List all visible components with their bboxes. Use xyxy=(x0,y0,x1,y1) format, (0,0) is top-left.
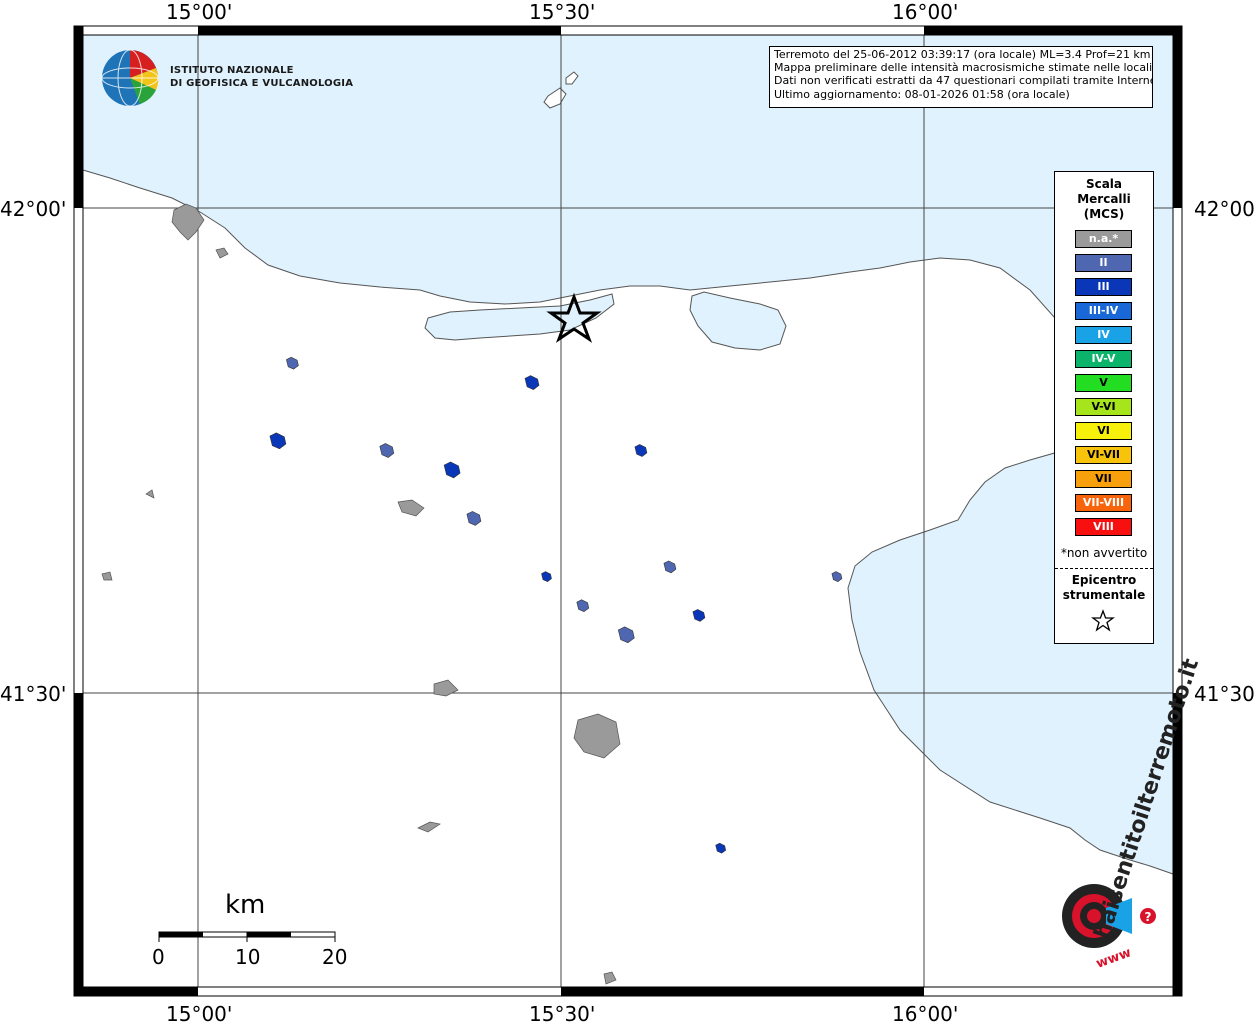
info-line: Ultimo aggiornamento: 08-01-2026 01:58 (… xyxy=(774,87,1070,101)
legend-item-viii: VIII xyxy=(1075,518,1132,536)
lon-top-label: 15°00' xyxy=(166,0,233,24)
mcs-legend: Scala Mercalli (MCS) n.a.* II III III-IV IV I… xyxy=(1054,171,1154,644)
lat-left-label: 41°30' xyxy=(0,682,67,706)
legend-divider xyxy=(1055,568,1153,569)
legend-item-iv-v: IV-V xyxy=(1075,350,1132,368)
ingv-logo-text: ISTITUTO NAZIONALE DI GEOFISICA E VULCAN… xyxy=(170,65,354,89)
lat-left-label: 42°00' xyxy=(0,197,67,221)
info-line: Dati non verificati estratti da 47 quest… xyxy=(774,74,1153,88)
legend-item-v: V xyxy=(1075,374,1132,392)
scale-label: 10 xyxy=(235,945,261,969)
scale-label: 20 xyxy=(322,945,348,969)
lon-bottom-label: 15°30' xyxy=(529,1002,596,1026)
legend-item-ii: II xyxy=(1075,254,1132,272)
legend-epicenter-label: Epicentro strumentale xyxy=(1062,573,1146,602)
legend-item-v-vi: V-VI xyxy=(1075,398,1132,416)
lat-right-label: 42°00' xyxy=(1194,197,1256,221)
lat-right-label: 41°30' xyxy=(1194,682,1256,706)
legend-item-vii: VII xyxy=(1075,470,1132,488)
ingv-logo-icon xyxy=(101,49,159,107)
scale-unit: km xyxy=(225,890,266,920)
legend-item-vi: VI xyxy=(1075,422,1132,440)
info-line: Mappa preliminare delle intensità macros… xyxy=(774,61,1153,75)
legend-title: Scala Mercalli (MCS) xyxy=(1077,177,1131,221)
legend-item-vii-viii: VII-VIII xyxy=(1075,494,1132,512)
star-icon xyxy=(1091,609,1115,632)
legend-item-iii: III xyxy=(1075,278,1132,296)
lon-top-label: 15°30' xyxy=(529,0,596,24)
legend-note: *non avvertito xyxy=(1060,546,1148,560)
svg-text:?: ? xyxy=(1145,910,1152,924)
legend-item-iii-iv: III-IV xyxy=(1075,302,1132,320)
earthquake-info-box: Terremoto del 25-06-2012 03:39:17 (ora l… xyxy=(769,46,1153,108)
lon-top-label: 16°00' xyxy=(892,0,959,24)
info-line: Terremoto del 25-06-2012 03:39:17 (ora l… xyxy=(774,48,1151,61)
legend-item-iv: IV xyxy=(1075,326,1132,344)
legend-item-n-a-: n.a.* xyxy=(1075,230,1132,248)
lon-bottom-label: 15°00' xyxy=(166,1002,233,1026)
legend-item-vi-vii: VI-VII xyxy=(1075,446,1132,464)
scale-label: 0 xyxy=(152,945,165,969)
lon-bottom-label: 16°00' xyxy=(892,1002,959,1026)
